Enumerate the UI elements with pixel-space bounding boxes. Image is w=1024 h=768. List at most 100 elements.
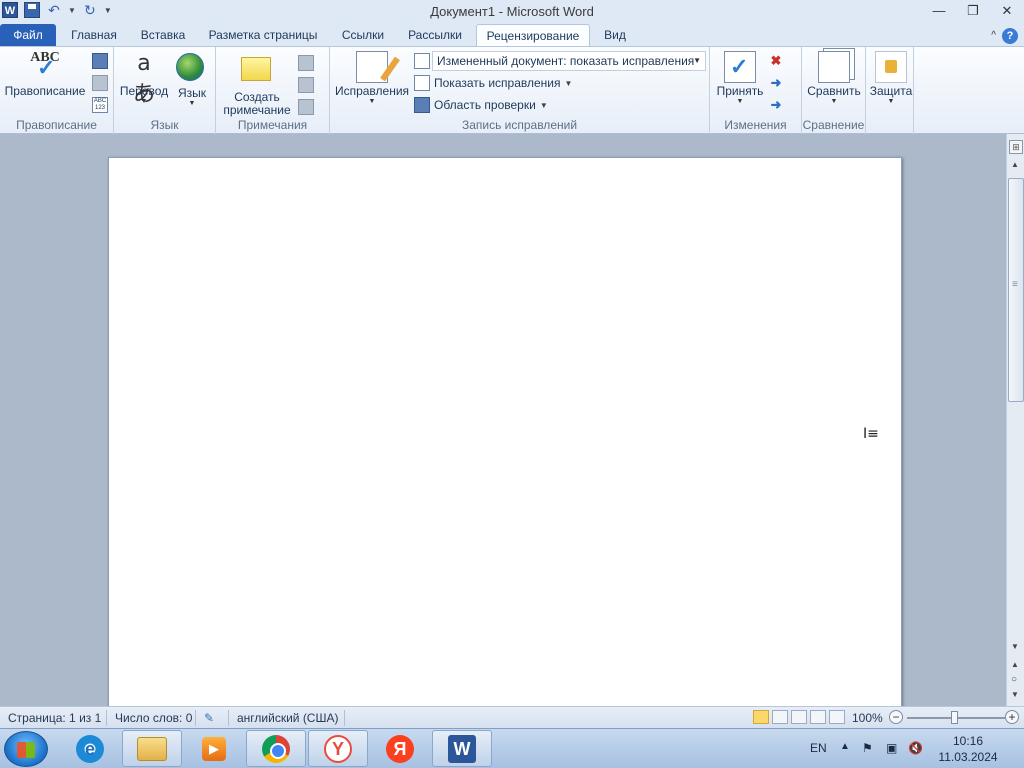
reviewing-pane-button[interactable]: Область проверки ▼ <box>414 95 548 115</box>
accept-label: Принять <box>716 84 764 98</box>
word-count[interactable]: Число слов: 0 <box>115 711 192 725</box>
internet-explorer-icon: e <box>76 734 104 763</box>
document-page[interactable]: I≡ <box>108 157 902 717</box>
taskbar-media-player[interactable] <box>184 730 244 767</box>
page-count[interactable]: Страница: 1 из 1 <box>8 711 101 725</box>
protect-button[interactable]: Защита ▼ <box>868 51 914 106</box>
start-button[interactable] <box>4 731 48 767</box>
tab-home[interactable]: Главная <box>60 24 128 47</box>
tab-references[interactable]: Ссылки <box>332 24 394 47</box>
group-changes: Принять ▼ ✖ ➜ ➜ Изменения <box>710 47 802 134</box>
media-player-icon <box>202 736 226 761</box>
translate-icon: aあ <box>132 51 155 107</box>
group-label-proofing: Правописание <box>16 118 97 132</box>
system-tray: EN ▲ ⚑ ▣ 🔇 10:16 11.03.2024 <box>800 729 1024 768</box>
language-status[interactable]: английский (США) <box>237 711 338 725</box>
web-layout-view-icon[interactable] <box>791 710 807 724</box>
tab-file[interactable]: Файл <box>0 24 56 47</box>
new-comment-button[interactable]: Создать примечание <box>220 51 294 117</box>
scroll-up-icon[interactable]: ▲ <box>1011 160 1019 169</box>
next-comment-icon[interactable] <box>298 99 314 115</box>
display-for-review-value: Измененный документ: показать исправлени… <box>437 54 695 68</box>
language-button[interactable]: Язык ▼ <box>172 51 212 108</box>
zoom-in-icon[interactable]: + <box>1005 710 1019 724</box>
vertical-scrollbar[interactable]: ⊞ ▲ ▼ ▲ ○ ▼ <box>1006 134 1024 706</box>
help-icon[interactable]: ? <box>1002 28 1018 44</box>
scroll-thumb[interactable] <box>1008 178 1024 402</box>
minimize-button[interactable]: — <box>922 0 956 22</box>
word-count-icon[interactable]: ABC 123 <box>92 97 108 113</box>
spelling-check-icon: ABC ✓ <box>30 50 60 80</box>
tab-review[interactable]: Рецензирование <box>476 24 590 47</box>
input-language[interactable]: EN <box>810 741 827 755</box>
outline-view-icon[interactable] <box>810 710 826 724</box>
taskbar-yandex-browser[interactable]: Y <box>308 730 368 767</box>
taskbar-internet-explorer[interactable]: e <box>60 730 120 767</box>
tab-page-layout[interactable]: Разметка страницы <box>198 24 328 47</box>
yandex-icon: Я <box>386 734 414 763</box>
system-clock[interactable]: 10:16 11.03.2024 <box>928 733 1008 765</box>
protect-dropdown-icon: ▼ <box>887 98 895 105</box>
lock-document-icon <box>875 51 907 83</box>
previous-page-icon[interactable]: ▲ <box>1011 660 1019 669</box>
next-page-icon[interactable]: ▼ <box>1011 690 1019 699</box>
accept-dropdown-icon: ▼ <box>736 98 744 105</box>
print-layout-view-icon[interactable] <box>753 710 769 724</box>
translate-button[interactable]: aあ Перевод ▼ <box>118 51 170 107</box>
show-markup-label: Показать исправления <box>434 76 561 90</box>
tab-view[interactable]: Вид <box>594 24 636 47</box>
taskbar-chrome[interactable] <box>246 730 306 767</box>
full-screen-reading-view-icon[interactable] <box>772 710 788 724</box>
volume-muted-icon[interactable]: 🔇 <box>908 741 923 755</box>
clock-time: 10:16 <box>952 734 984 748</box>
browse-object-icon[interactable]: ○ <box>1011 674 1017 685</box>
display-for-review-dropdown[interactable]: Измененный документ: показать исправлени… <box>432 51 706 71</box>
zoom-out-icon[interactable]: − <box>889 710 903 724</box>
tab-insert[interactable]: Вставка <box>132 24 194 47</box>
group-label-language: Язык <box>150 118 179 132</box>
delete-comment-icon[interactable] <box>298 55 314 71</box>
track-changes-button[interactable]: Исправления ▼ <box>334 51 410 106</box>
close-button[interactable]: ✕ <box>990 0 1024 22</box>
compare-button[interactable]: Сравнить ▼ <box>804 51 864 106</box>
track-changes-icon <box>356 51 388 83</box>
tab-mailings[interactable]: Рассылки <box>398 24 472 47</box>
zoom-slider-thumb[interactable] <box>951 711 958 724</box>
ribbon: ABC ✓ Правописание ABC 123 Правописание a… <box>0 46 1024 134</box>
proofing-status-icon[interactable]: ✎ <box>204 711 214 725</box>
show-markup-button[interactable]: Показать исправления ▼ <box>414 73 572 93</box>
ruler-toggle-icon[interactable]: ⊞ <box>1009 140 1023 154</box>
taskbar-file-explorer[interactable] <box>122 730 182 767</box>
reject-icon[interactable]: ✖ <box>768 53 784 69</box>
previous-comment-icon[interactable] <box>298 77 314 93</box>
document-area[interactable]: I≡ <box>0 134 1006 717</box>
folder-icon <box>137 736 167 761</box>
research-icon[interactable] <box>92 53 108 69</box>
ribbon-tabs: Файл Главная Вставка Разметка страницы С… <box>0 24 1024 47</box>
reviewing-pane-label: Область проверки <box>434 98 536 112</box>
next-change-icon[interactable]: ➜ <box>768 97 784 113</box>
thesaurus-icon[interactable] <box>92 75 108 91</box>
compare-dropdown-icon: ▼ <box>830 98 838 105</box>
accept-button[interactable]: Принять ▼ <box>714 51 766 106</box>
spelling-button[interactable]: ABC ✓ Правописание <box>4 51 86 98</box>
chrome-icon <box>262 734 290 763</box>
track-changes-label: Исправления <box>334 84 410 98</box>
previous-change-icon[interactable]: ➜ <box>768 75 784 91</box>
draft-view-icon[interactable] <box>829 710 845 724</box>
taskbar-yandex[interactable]: Я <box>370 730 430 767</box>
taskbar-word[interactable]: W <box>432 730 492 767</box>
zoom-level[interactable]: 100% <box>852 711 883 725</box>
track-changes-dropdown-icon: ▼ <box>368 98 376 105</box>
show-hidden-icons-icon[interactable]: ▲ <box>840 741 850 752</box>
group-label-compare: Сравнение <box>802 118 865 132</box>
action-center-flag-icon[interactable]: ⚑ <box>862 741 873 755</box>
window-title: Документ1 - Microsoft Word <box>430 4 594 19</box>
restore-button[interactable]: ❐ <box>956 0 990 22</box>
network-icon[interactable]: ▣ <box>886 741 897 755</box>
chevron-down-icon: ▼ <box>693 56 701 65</box>
language-dropdown-icon: ▼ <box>188 100 196 107</box>
status-bar: Страница: 1 из 1 Число слов: 0 ✎ английс… <box>0 706 1024 728</box>
scroll-down-icon[interactable]: ▼ <box>1011 642 1019 651</box>
minimize-ribbon-icon[interactable]: ^ <box>991 28 996 44</box>
